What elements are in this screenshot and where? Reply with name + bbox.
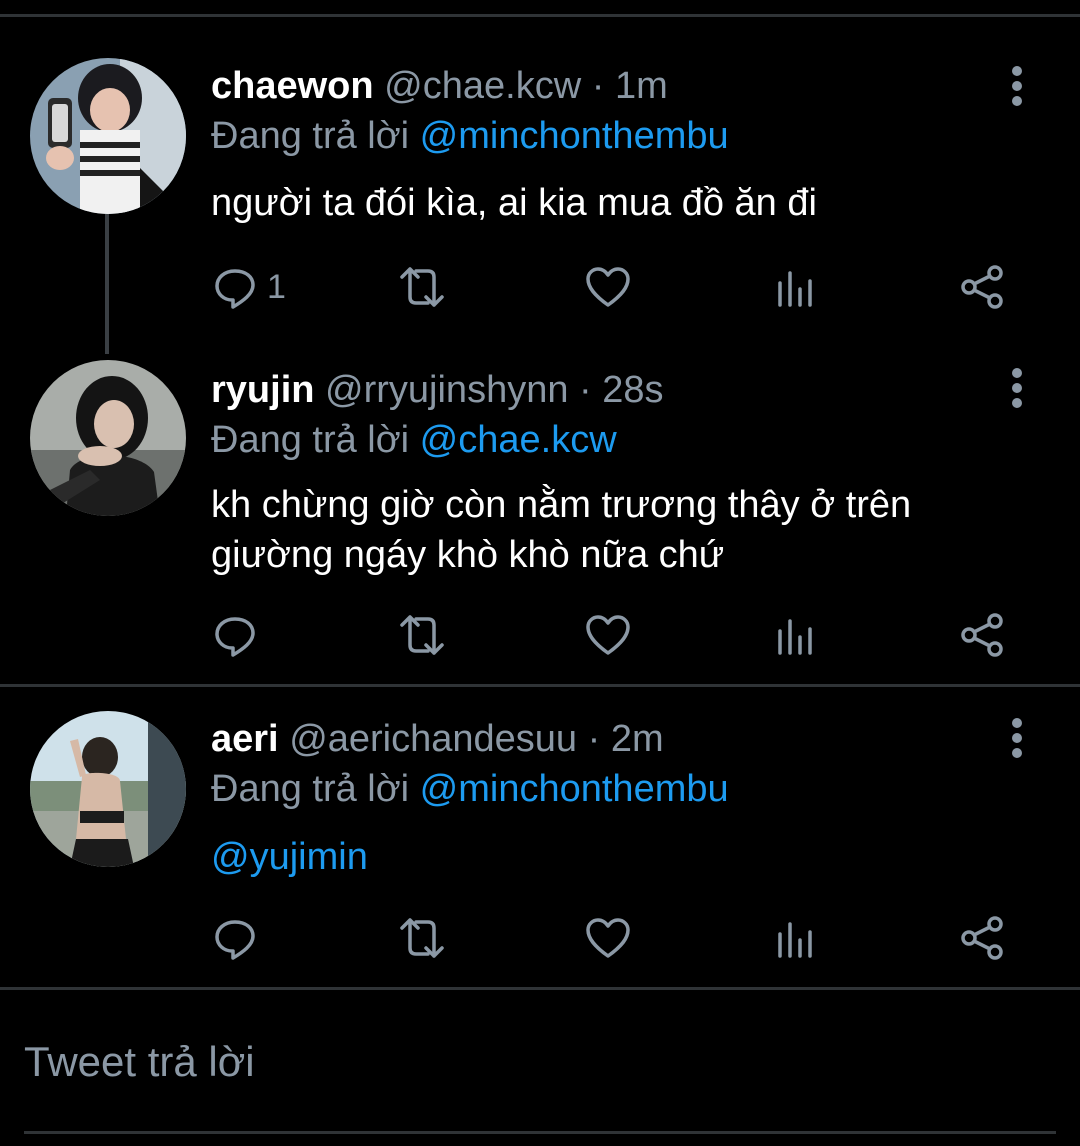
thread-line [105, 214, 109, 354]
reply-compose-input[interactable]: Tweet trả lời [24, 1036, 255, 1088]
more-vertical-icon [1012, 66, 1022, 106]
tweet-header: ryujin @rryujinshynn · 28s [211, 368, 664, 412]
compose-underline [24, 1131, 1056, 1134]
more-vertical-icon [1012, 368, 1022, 408]
like-button[interactable] [584, 610, 632, 660]
retweet-icon [400, 615, 444, 655]
more-options-button[interactable] [1000, 64, 1034, 108]
avatar-photo [30, 711, 186, 867]
reply-button[interactable]: 1 [211, 262, 286, 312]
share-button[interactable] [959, 610, 1007, 660]
avatar-photo [30, 360, 186, 516]
timestamp[interactable]: 2m [611, 718, 664, 760]
reply-icon [215, 920, 255, 960]
reply-button[interactable] [211, 913, 267, 963]
retweet-button[interactable] [398, 913, 446, 963]
analytics-icon [778, 922, 812, 958]
tweet-header: chaewon @chae.kcw · 1m [211, 64, 668, 108]
timestamp[interactable]: 1m [615, 65, 668, 107]
reply-button[interactable] [211, 610, 267, 660]
replying-to-mention[interactable]: @chae.kcw [420, 419, 617, 461]
more-vertical-icon [1012, 718, 1022, 758]
display-name[interactable]: ryujin [211, 369, 314, 411]
share-icon [961, 265, 1003, 309]
tweet-header: aeri @aerichandesuu · 2m [211, 717, 664, 761]
user-handle[interactable]: @chae.kcw [384, 65, 581, 107]
retweet-button[interactable] [398, 610, 446, 660]
more-options-button[interactable] [1000, 716, 1034, 760]
separator-dot: · [591, 65, 605, 107]
reply-icon [215, 269, 255, 309]
more-options-button[interactable] [1000, 366, 1034, 410]
separator-dot: · [587, 718, 601, 760]
timestamp[interactable]: 28s [602, 369, 663, 411]
replying-to-mention[interactable]: @minchonthembu [420, 768, 729, 810]
retweet-icon [400, 918, 444, 958]
tweet-text: người ta đói kìa, ai kia mua đồ ăn đi [211, 182, 817, 224]
analytics-button[interactable] [772, 610, 820, 660]
tweet-text: kh chừng giờ còn nằm trương thây ở trên … [211, 484, 912, 576]
share-icon [961, 916, 1003, 960]
heart-icon [586, 267, 630, 307]
avatar[interactable] [30, 58, 186, 214]
tweet-chaewon[interactable]: chaewon @chae.kcw · 1m Đang trả lời @min… [0, 0, 1080, 354]
tweet-actions [211, 610, 1031, 660]
replying-to-label: Đang trả lời [211, 115, 410, 157]
retweet-icon [400, 267, 444, 307]
analytics-icon [778, 619, 812, 655]
share-button[interactable] [959, 262, 1007, 312]
avatar[interactable] [30, 360, 186, 516]
tweet-text[interactable]: @yujimin [211, 832, 1011, 882]
tweet-ryujin[interactable]: ryujin @rryujinshynn · 28s Đang trả lời … [0, 350, 1080, 685]
user-handle[interactable]: @aerichandesuu [289, 718, 577, 760]
analytics-button[interactable] [772, 913, 820, 963]
reply-count: 1 [267, 267, 286, 306]
avatar-photo [30, 58, 186, 214]
replying-to-label: Đang trả lời [211, 768, 410, 810]
share-button[interactable] [959, 913, 1007, 963]
tweet-actions: 1 [211, 262, 1031, 312]
like-button[interactable] [584, 262, 632, 312]
reply-icon [215, 617, 255, 657]
divider [0, 987, 1080, 990]
tweet-actions [211, 913, 1031, 963]
replying-to: Đang trả lời @minchonthembu [211, 114, 729, 158]
analytics-button[interactable] [772, 262, 820, 312]
display-name[interactable]: chaewon [211, 65, 374, 107]
replying-to: Đang trả lời @minchonthembu [211, 767, 729, 811]
replying-to: Đang trả lời @chae.kcw [211, 418, 617, 462]
user-handle[interactable]: @rryujinshynn [325, 369, 568, 411]
replying-to-mention[interactable]: @minchonthembu [420, 115, 729, 157]
retweet-button[interactable] [398, 262, 446, 312]
share-icon [961, 613, 1003, 657]
separator-dot: · [579, 369, 592, 411]
analytics-icon [778, 271, 812, 307]
replying-to-label: Đang trả lời [211, 419, 410, 461]
heart-icon [586, 918, 630, 958]
tweet-aeri[interactable]: aeri @aerichandesuu · 2m Đang trả lời @m… [0, 687, 1080, 987]
like-button[interactable] [584, 913, 632, 963]
avatar[interactable] [30, 711, 186, 867]
display-name[interactable]: aeri [211, 718, 279, 760]
heart-icon [586, 615, 630, 655]
